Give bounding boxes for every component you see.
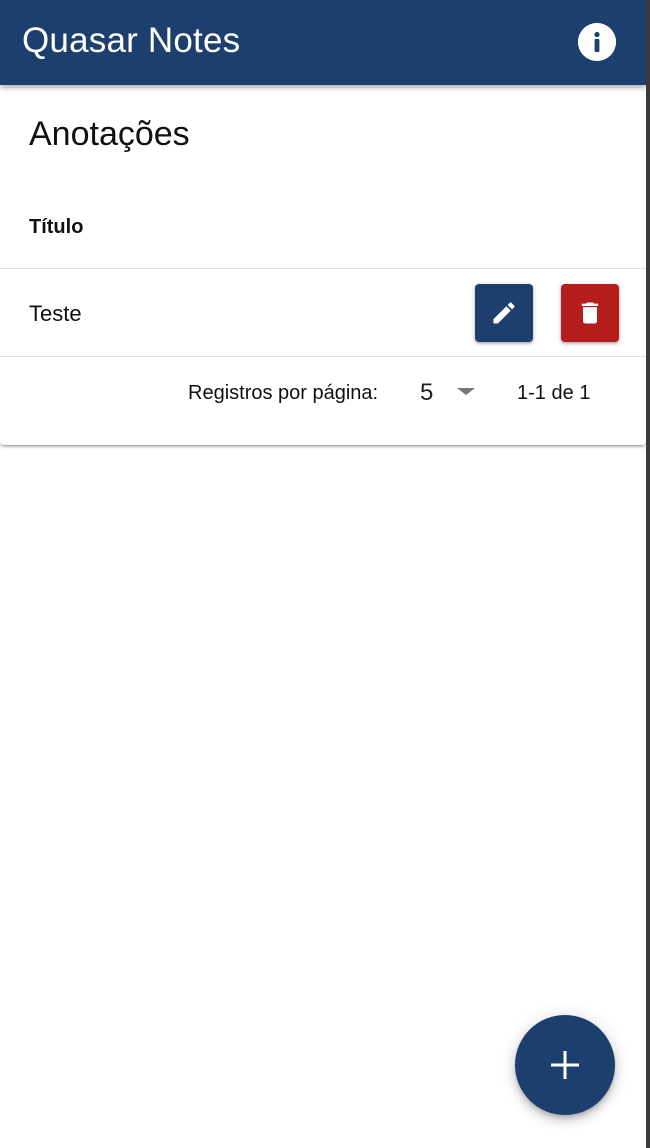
- rows-per-page-label: Registros por página:: [188, 382, 379, 404]
- add-note-button[interactable]: [515, 1015, 615, 1115]
- plus-icon: [551, 1051, 579, 1079]
- pencil-icon: [493, 302, 515, 324]
- caret-down-icon: [457, 388, 475, 395]
- app-title: Quasar Notes: [22, 21, 241, 60]
- note-title-cell: Teste: [29, 301, 82, 326]
- edit-note-button[interactable]: [475, 284, 533, 342]
- trash-icon: [581, 302, 599, 324]
- table-row[interactable]: Teste: [0, 269, 646, 356]
- rows-per-page-value: 5: [420, 379, 434, 406]
- info-circle-icon: [578, 23, 616, 61]
- app-header: Quasar Notes: [0, 0, 646, 85]
- info-button[interactable]: [578, 23, 616, 61]
- table-title: Anotações: [29, 115, 190, 153]
- rows-per-page-select[interactable]: 5: [412, 375, 484, 409]
- notes-table-card: Anotações Título Teste Registros por pág…: [0, 88, 646, 445]
- table-pagination: Registros por página: 5 1-1 de 1: [0, 357, 646, 445]
- page-range-label: 1-1 de 1: [517, 382, 591, 404]
- delete-note-button[interactable]: [561, 284, 619, 342]
- window-edge: [646, 0, 650, 1148]
- column-header-title[interactable]: Título: [29, 215, 83, 239]
